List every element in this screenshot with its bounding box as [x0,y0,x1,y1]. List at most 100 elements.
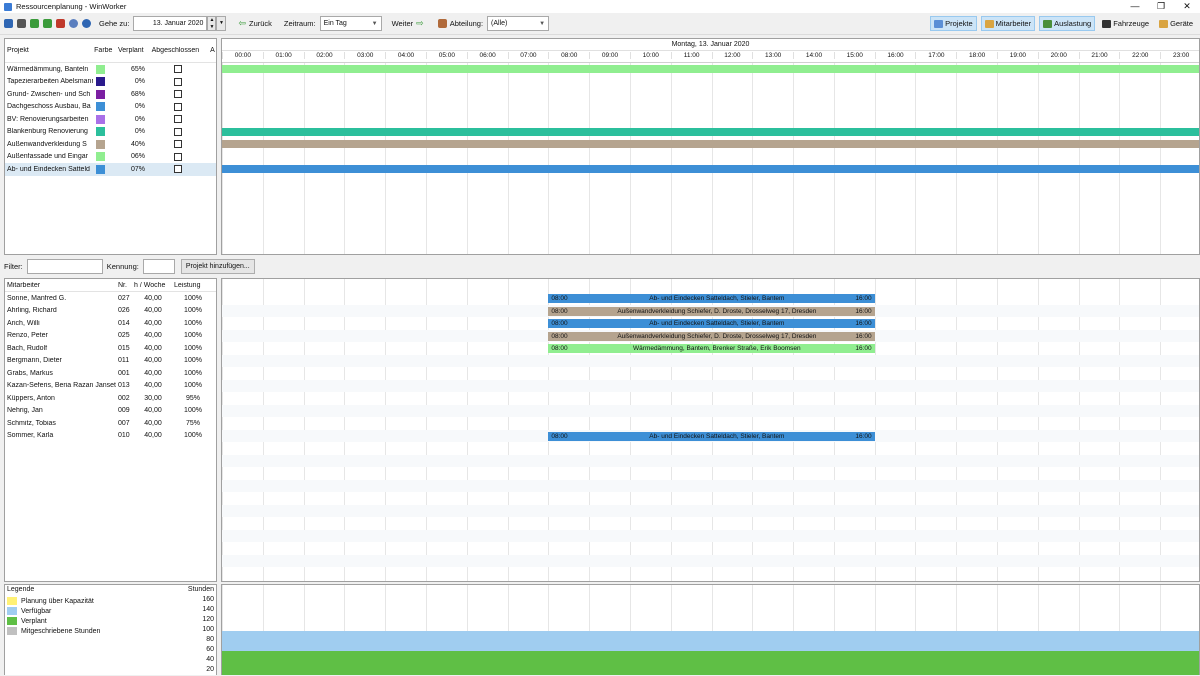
row-stripe [222,379,1199,392]
project-row[interactable]: Ab- und Eindecken Satteld 07% [5,163,216,176]
department-icon [437,19,447,28]
hour-label: 08:00 [548,52,589,59]
hour-labels: 00:00 01:00 02:00 03:00 04:00 05:00 06:00 07:00… [222,50,1199,63]
project-row[interactable]: Tapezierarbeiten Abelsmann 0% [5,76,216,89]
view-equipment-button[interactable]: Geräte [1156,16,1196,31]
add-project-button[interactable]: Projekt hinzufügen... [180,259,255,274]
col-employee[interactable]: Mitarbeiter [5,282,116,289]
window-title: Ressourcenplanung - WinWorker [16,2,127,11]
project-bar[interactable] [222,65,1199,73]
print-icon[interactable] [17,19,26,28]
color-swatch [96,64,105,74]
hour-label: 19:00 [997,52,1038,59]
close-button[interactable]: ✕ [1174,0,1200,13]
grid-line [1119,63,1121,254]
project-row[interactable]: Dachgeschoss Ausbau, Ba 0% [5,101,216,114]
globe-icon[interactable] [69,19,78,28]
col-performance[interactable]: Leistung [172,282,212,289]
view-workload-button[interactable]: Auslastung [1039,16,1096,31]
project-row[interactable]: Außenwandverkleidung S 40% [5,138,216,151]
date-input[interactable]: 13. Januar 2020 [133,16,208,31]
grid-line [222,63,223,254]
col-closed[interactable]: Abgeschlossen [150,47,208,54]
col-project[interactable]: Projekt [5,47,92,54]
filter-input[interactable] [26,259,103,274]
date-spinner[interactable]: ▲ ▼ [207,16,217,31]
closed-checkbox[interactable] [174,165,182,174]
closed-checkbox[interactable] [174,115,182,124]
grid-line [833,63,835,254]
assignment-bar[interactable]: 08:00 Außenwandverkleidung Schiefer, D. D… [548,331,875,341]
employee-performance: 100% [184,294,202,302]
calendar-dropdown[interactable]: ▼ [216,16,227,31]
forward-button[interactable]: Weiter ⇨ [388,16,428,32]
grid-line [466,63,468,254]
goto-label: Gehe zu: [99,19,130,28]
employee-row[interactable]: Renzo, Peter 025 40,00 100% [5,330,216,343]
assignment-bar[interactable]: 08:00 Wärmedämmung, Bantem, Brenker Straß… [548,344,875,353]
employee-performance: 100% [184,332,202,340]
project-row[interactable]: BV: Renovierungsarbeiten 0% [5,113,216,126]
help-icon[interactable] [82,19,91,28]
sync-icon[interactable] [43,19,52,28]
project-name: Tapezierarbeiten Abelsmann [7,78,93,86]
assignment-bar[interactable]: 08:00 Ab- und Eindecken Satteldach, Stiel… [548,294,875,303]
department-value: (Alle) [491,20,508,27]
assignment-bar[interactable]: 08:00 Außenwandverkleidung Schiefer, D. D… [548,306,875,316]
legend-item: Verfügbar [7,606,100,616]
employee-row[interactable]: Arich, Willi 014 40,00 100% [5,317,216,330]
grid-line [1037,63,1039,254]
project-row[interactable]: Blankenburg Renovierung 0% [5,126,216,139]
assignment-bar[interactable]: 08:00 Ab- und Eindecken Satteldach, Stiel… [548,319,875,328]
maximize-button[interactable]: ❐ [1148,0,1174,13]
closed-checkbox[interactable] [174,90,182,99]
save-icon[interactable] [4,19,13,28]
calendar-icon[interactable] [56,19,65,28]
employee-row[interactable]: Bergmann, Dieter 011 40,00 100% [5,355,216,368]
timeline-header: Montag, 13. Januar 2020 00:00 01:00 02:00 0… [222,39,1199,63]
view-vehicles-button[interactable]: Fahrzeuge [1099,16,1152,31]
legend-title: Legende [7,586,35,593]
employee-row[interactable]: Sommer, Karla 010 40,00 100% [5,430,216,443]
project-row[interactable]: Außenfassade und Eingar 06% [5,151,216,164]
hour-label: 13:00 [752,52,793,59]
employee-row[interactable]: Ahrling, Richard 026 40,00 100% [5,305,216,318]
back-button[interactable]: ⇦ Zurück [234,16,275,32]
project-row[interactable]: Grund- Zwischen- und Sch 68% [5,88,216,101]
view-employees-button[interactable]: Mitarbeiter [980,16,1036,31]
col-extra[interactable]: A [208,47,216,54]
grid-line [752,63,754,254]
view-employees-label: Mitarbeiter [995,19,1032,28]
project-bar[interactable] [222,165,1199,173]
col-nr[interactable]: Nr. [116,282,132,289]
employee-row[interactable]: Bach, Rudolf 015 40,00 100% [5,342,216,355]
view-projects-button[interactable]: Projekte [930,16,977,31]
range-select[interactable]: Ein Tag ▼ [319,16,382,31]
project-bar[interactable] [222,140,1199,148]
department-select[interactable]: (Alle) ▼ [487,16,550,31]
employee-row[interactable]: Sonne, Manfred G. 027 40,00 100% [5,292,216,305]
project-row[interactable]: Wärmedämmung, Banteln 65% [5,63,216,76]
project-planned: 06% [130,153,145,161]
closed-checkbox[interactable] [174,65,182,74]
project-bar[interactable] [222,127,1199,136]
code-input[interactable] [142,259,175,274]
col-color[interactable]: Farbe [92,47,116,54]
assignment-bar[interactable]: 08:00 Ab- und Eindecken Satteldach, Stiel… [548,431,875,441]
closed-checkbox[interactable] [174,140,182,149]
employee-row[interactable]: Nehrig, Jan 009 40,00 100% [5,405,216,418]
employee-row[interactable]: Küppers, Anton 002 30,00 95% [5,392,216,405]
closed-checkbox[interactable] [174,102,182,111]
closed-checkbox[interactable] [174,152,182,161]
refresh-icon[interactable] [30,19,39,28]
closed-checkbox[interactable] [174,127,182,136]
employee-row[interactable]: Schmitz, Tobias 007 40,00 75% [5,417,216,430]
employee-row[interactable]: Kazan-Seferis, Beria Razan Janset 013 40,0… [5,380,216,393]
employee-name: Renzo, Peter [7,332,48,340]
minimize-button[interactable]: — [1122,0,1148,13]
hour-label: 02:00 [303,52,345,59]
col-planned[interactable]: Verplant [116,47,150,54]
closed-checkbox[interactable] [174,77,182,86]
col-hours[interactable]: h / Woche [132,282,172,289]
employee-row[interactable]: Grabs, Markus 001 40,00 100% [5,367,216,380]
